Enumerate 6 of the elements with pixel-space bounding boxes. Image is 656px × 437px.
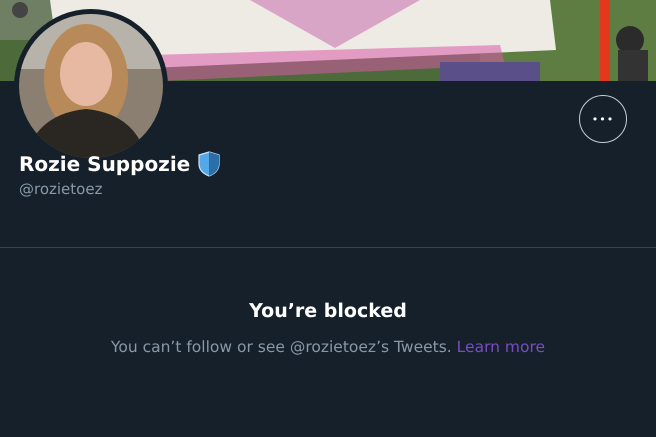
profile-handle: @rozietoez (18, 179, 104, 198)
more-button[interactable]: ••• (579, 95, 627, 143)
blocked-title: You’re blocked (248, 300, 408, 322)
blocked-message: You can’t follow or see @rozietoez’s Tweets. Learn more (110, 338, 546, 356)
shield-icon (198, 151, 220, 177)
profile-name: Rozie Suppozie (19, 152, 190, 176)
